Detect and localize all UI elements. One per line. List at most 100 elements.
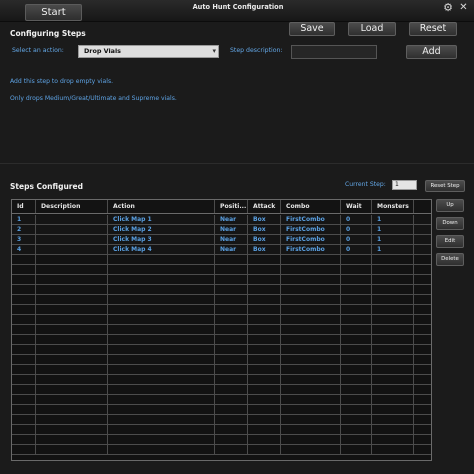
cell-monsters xyxy=(372,375,414,384)
cell-combo xyxy=(281,315,341,324)
cell-filler xyxy=(414,435,431,444)
edit-button[interactable]: Edit xyxy=(436,235,464,248)
empty-table-row[interactable] xyxy=(12,385,431,395)
cell-filler xyxy=(414,275,431,284)
cell-wait xyxy=(341,305,372,314)
cell-action xyxy=(108,315,215,324)
cell-monsters xyxy=(372,385,414,394)
table-row[interactable]: 3 Click Map 3 Near Box FirstCombo 0 1 xyxy=(12,235,431,245)
cell-description xyxy=(36,345,108,354)
cell-wait xyxy=(341,265,372,274)
column-header-wait[interactable]: Wait xyxy=(341,200,372,213)
column-header-combo[interactable]: Combo xyxy=(281,200,341,213)
empty-table-row[interactable] xyxy=(12,445,431,455)
close-icon[interactable]: ✕ xyxy=(458,2,469,14)
action-select[interactable]: Drop Vials ▾ xyxy=(78,45,219,58)
cell-action xyxy=(108,385,215,394)
empty-table-row[interactable] xyxy=(12,415,431,425)
cell-filler xyxy=(414,415,431,424)
cell-monsters: 1 xyxy=(372,235,414,244)
cell-description xyxy=(36,275,108,284)
action-label: Select an action: xyxy=(12,47,64,54)
empty-table-row[interactable] xyxy=(12,425,431,435)
cell-filler xyxy=(414,405,431,414)
column-header-id[interactable]: Id xyxy=(12,200,36,213)
cell-position xyxy=(215,315,248,324)
empty-table-row[interactable] xyxy=(12,335,431,345)
empty-table-row[interactable] xyxy=(12,275,431,285)
empty-table-row[interactable] xyxy=(12,395,431,405)
cell-combo xyxy=(281,345,341,354)
cell-position xyxy=(215,385,248,394)
cell-attack xyxy=(248,355,281,364)
cell-combo xyxy=(281,445,341,454)
cell-combo: FirstCombo xyxy=(281,215,341,224)
current-step-label: Current Step: xyxy=(345,181,386,188)
current-step-input[interactable]: 1 xyxy=(392,180,417,190)
cell-filler xyxy=(414,305,431,314)
reset-step-button[interactable]: Reset Step xyxy=(425,180,465,192)
cell-combo xyxy=(281,325,341,334)
empty-table-row[interactable] xyxy=(12,285,431,295)
cell-description xyxy=(36,235,108,244)
cell-description xyxy=(36,255,108,264)
column-header-monsters[interactable]: Monsters xyxy=(372,200,414,213)
empty-table-row[interactable] xyxy=(12,295,431,305)
gear-icon[interactable]: ⚙ xyxy=(442,2,454,14)
cell-attack: Box xyxy=(248,245,281,254)
cell-filler xyxy=(414,325,431,334)
load-button[interactable]: Load xyxy=(348,22,396,36)
empty-table-row[interactable] xyxy=(12,315,431,325)
add-button[interactable]: Add xyxy=(406,45,457,59)
cell-monsters xyxy=(372,425,414,434)
cell-attack xyxy=(248,365,281,374)
save-button[interactable]: Save xyxy=(289,22,335,36)
cell-attack xyxy=(248,435,281,444)
cell-action xyxy=(108,345,215,354)
cell-description xyxy=(36,225,108,234)
empty-table-row[interactable] xyxy=(12,265,431,275)
cell-filler xyxy=(414,285,431,294)
cell-monsters: 1 xyxy=(372,215,414,224)
cell-combo: FirstCombo xyxy=(281,225,341,234)
table-row[interactable]: 2 Click Map 2 Near Box FirstCombo 0 1 xyxy=(12,225,431,235)
up-button[interactable]: Up xyxy=(436,199,464,212)
cell-combo xyxy=(281,365,341,374)
cell-id xyxy=(12,285,36,294)
table-row[interactable]: 1 Click Map 1 Near Box FirstCombo 0 1 xyxy=(12,215,431,225)
cell-position: Near xyxy=(215,245,248,254)
empty-table-row[interactable] xyxy=(12,305,431,315)
empty-table-row[interactable] xyxy=(12,355,431,365)
column-header-description[interactable]: Description xyxy=(36,200,108,213)
cell-action xyxy=(108,265,215,274)
cell-id xyxy=(12,395,36,404)
column-header-attack[interactable]: Attack xyxy=(248,200,281,213)
reset-button[interactable]: Reset xyxy=(409,22,457,36)
down-button[interactable]: Down xyxy=(436,217,464,230)
cell-id xyxy=(12,375,36,384)
step-description-input[interactable] xyxy=(291,45,377,59)
cell-id xyxy=(12,415,36,424)
cell-action: Click Map 2 xyxy=(108,225,215,234)
cell-monsters xyxy=(372,345,414,354)
column-header-action[interactable]: Action xyxy=(108,200,215,213)
empty-table-row[interactable] xyxy=(12,345,431,355)
cell-combo xyxy=(281,265,341,274)
cell-position xyxy=(215,375,248,384)
cell-action xyxy=(108,255,215,264)
column-header-position[interactable]: Positi... xyxy=(215,200,248,213)
empty-table-row[interactable] xyxy=(12,365,431,375)
cell-wait xyxy=(341,415,372,424)
cell-attack xyxy=(248,265,281,274)
cell-action xyxy=(108,415,215,424)
empty-table-row[interactable] xyxy=(12,435,431,445)
empty-table-row[interactable] xyxy=(12,405,431,415)
empty-table-row[interactable] xyxy=(12,255,431,265)
cell-id xyxy=(12,365,36,374)
empty-table-row[interactable] xyxy=(12,375,431,385)
cell-id: 3 xyxy=(12,235,36,244)
table-row[interactable]: 4 Click Map 4 Near Box FirstCombo 0 1 xyxy=(12,245,431,255)
empty-table-row[interactable] xyxy=(12,325,431,335)
start-button[interactable]: Start xyxy=(25,4,82,21)
delete-button[interactable]: Delete xyxy=(436,253,464,266)
